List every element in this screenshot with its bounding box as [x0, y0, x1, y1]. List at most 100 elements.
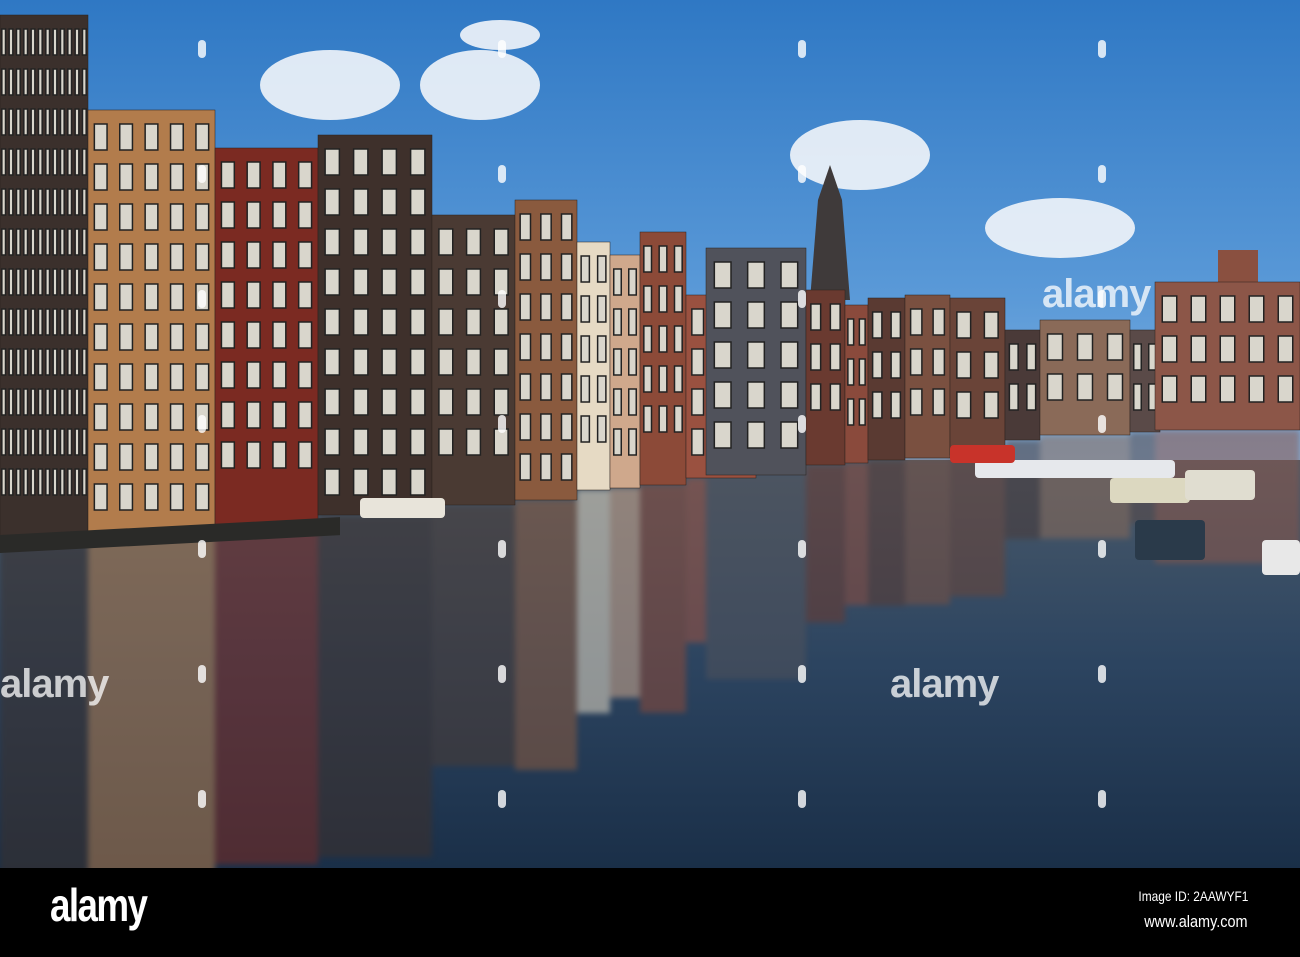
window: [52, 308, 58, 336]
window: [1046, 373, 1064, 401]
window: [983, 391, 999, 419]
window: [658, 365, 668, 393]
window: [30, 388, 36, 416]
watermark-dot: [1098, 665, 1106, 683]
window: [465, 428, 482, 456]
window: [1, 268, 7, 296]
window: [1161, 375, 1178, 403]
watermark-dot: [1098, 290, 1106, 308]
watermark-dot: [198, 290, 206, 308]
window: [23, 388, 29, 416]
window: [59, 228, 65, 256]
site-url: www.alamy.com: [1144, 912, 1248, 931]
window: [30, 28, 36, 56]
window: [746, 261, 766, 289]
window: [519, 253, 532, 281]
window: [381, 348, 398, 376]
window: [119, 483, 134, 511]
window: [780, 301, 799, 329]
window: [381, 468, 398, 496]
window: [596, 255, 607, 283]
window: [628, 388, 637, 416]
window: [169, 403, 185, 431]
window: [23, 108, 29, 136]
window: [119, 123, 134, 151]
watermark-dot: [198, 790, 206, 808]
window: [81, 28, 87, 56]
window: [691, 308, 705, 336]
window: [15, 268, 21, 296]
window: [540, 373, 552, 401]
window: [74, 148, 80, 176]
boat: [1185, 470, 1255, 500]
window: [195, 203, 210, 231]
window: [673, 245, 683, 273]
window: [847, 318, 855, 346]
window: [580, 255, 591, 283]
window: [246, 161, 261, 189]
window: [858, 398, 866, 426]
window: [909, 348, 923, 376]
window: [15, 188, 21, 216]
window: [540, 333, 552, 361]
window: [59, 68, 65, 96]
window: [74, 348, 80, 376]
window: [1248, 295, 1265, 323]
window: [871, 311, 883, 339]
window: [409, 388, 426, 416]
window: [409, 428, 426, 456]
window: [246, 321, 261, 349]
window: [596, 375, 607, 403]
window: [493, 228, 509, 256]
window: [52, 108, 58, 136]
window: [643, 405, 653, 433]
window: [352, 468, 369, 496]
window: [540, 293, 552, 321]
window: [465, 388, 482, 416]
window: [8, 348, 14, 376]
window: [59, 188, 65, 216]
window: [169, 203, 185, 231]
window: [74, 388, 80, 416]
window: [613, 308, 622, 336]
window: [8, 268, 14, 296]
window: [30, 468, 36, 496]
window: [596, 295, 607, 323]
window: [465, 348, 482, 376]
window: [52, 388, 58, 416]
window: [352, 428, 369, 456]
window: [59, 468, 65, 496]
window: [1, 228, 7, 256]
window: [74, 108, 80, 136]
window: [1, 68, 7, 96]
window: [658, 405, 668, 433]
window: [23, 188, 29, 216]
window: [144, 443, 159, 471]
window: [30, 348, 36, 376]
window: [67, 68, 73, 96]
watermark-dot: [798, 665, 806, 683]
watermark-dot: [798, 40, 806, 58]
window: [45, 268, 51, 296]
window: [169, 483, 185, 511]
window: [169, 163, 185, 191]
watermark-dot: [1098, 40, 1106, 58]
watermark-dot: [798, 415, 806, 433]
window: [119, 283, 134, 311]
window: [59, 388, 65, 416]
window: [381, 148, 398, 176]
window: [628, 428, 637, 456]
window: [15, 428, 21, 456]
window: [93, 123, 108, 151]
window: [93, 323, 108, 351]
window: [713, 381, 732, 409]
watermark-dot: [198, 540, 206, 558]
window: [956, 351, 972, 379]
window: [93, 483, 108, 511]
window: [81, 308, 87, 336]
window: [45, 148, 51, 176]
window: [780, 261, 799, 289]
window: [871, 391, 883, 419]
window: [8, 228, 14, 256]
window: [352, 388, 369, 416]
